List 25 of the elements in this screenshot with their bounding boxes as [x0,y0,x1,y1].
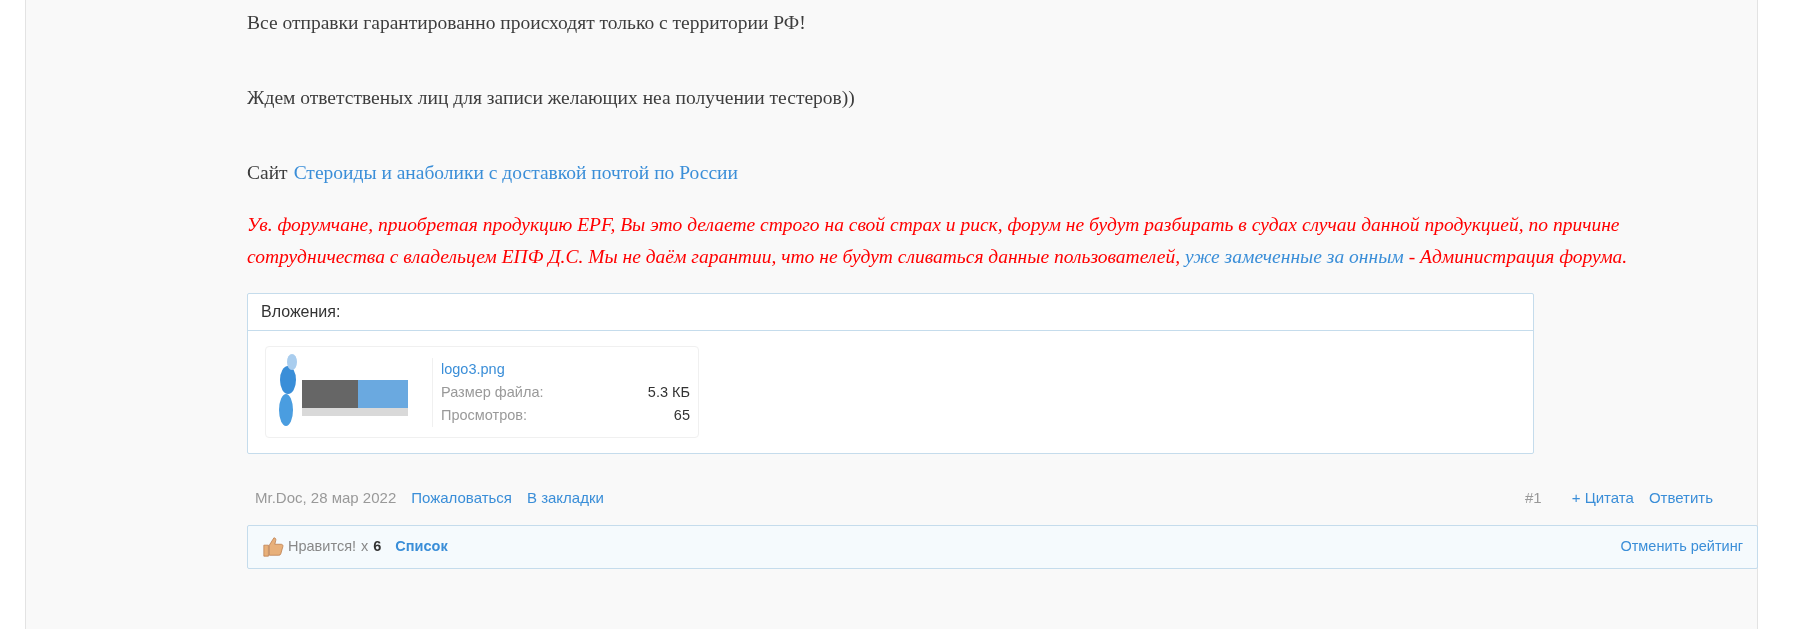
views-value: 65 [673,405,690,425]
post-text: Все отправки гарантированно происходят только с территории РФ! [247,11,806,35]
warning-text: Ув. форумчане, приобретая продукцию EPF, Вы это делаете строго на свой страх и риск, форум не будут разбирать в судах случаи данной продукцией, по причине сотрудничества с владельцем ЕПФ Д.С. Мы не даём гарантии, что не будут сливаться данные пользователей, уже замеченные за онным - Администрация форума. [247,213,1629,269]
site-link[interactable]: Стероиды и анаболики с доставкой почтой по России [293,155,738,191]
post-action-link[interactable]: Ответить [1648,486,1713,510]
warning-link[interactable]: уже замеченные за онным [1185,246,1404,267]
file-name-link[interactable]: logo3.png [441,357,505,381]
likes-count: 6 [373,537,382,557]
size-value: 5.3 КБ [647,382,690,402]
undo-rating-link[interactable]: Отменить рейтинг [1620,536,1743,558]
attachment-card[interactable]: logo3.png Размер файла: 5.3 КБ Просмотров: 65 [265,346,699,438]
post-action-link[interactable]: + Цитата [1571,486,1634,510]
size-label: Размер файла: [441,382,544,402]
footer-link[interactable]: Пожаловаться [411,486,512,510]
likes-list-link[interactable]: Список [395,536,448,558]
likes-multiplier: x [361,537,369,557]
post-number: #1 [1525,487,1542,508]
views-label: Просмотров: [441,405,528,425]
site-label: Сайт [247,161,288,185]
author-date: Mr.Doc, 28 мар 2022 [255,487,397,508]
footer-link[interactable]: В закладки [526,486,604,510]
post-text: Ждем ответственых лиц для записи желающих неа получении тестеров)) [247,86,855,110]
attachments-title: Вложения: [248,294,1533,331]
likes-label: Нравится! [288,537,356,557]
thumbs-up-icon [262,536,284,558]
